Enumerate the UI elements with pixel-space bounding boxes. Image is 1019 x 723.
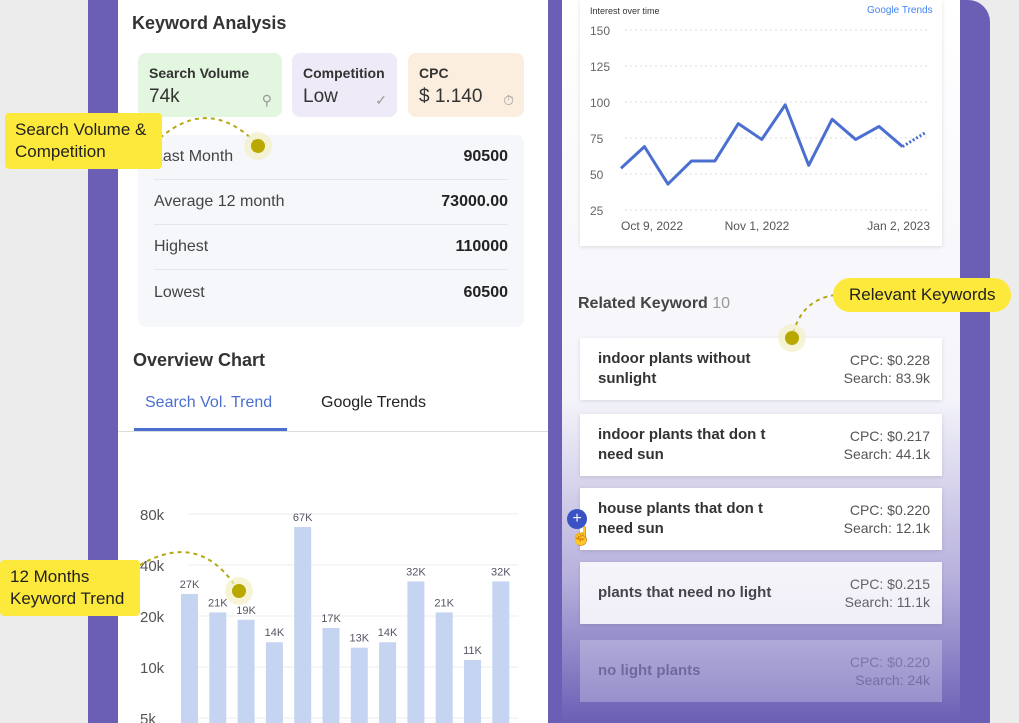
callout-12-months-trend: 12 Months Keyword Trend	[0, 560, 140, 616]
callout-search-volume-competition: Search Volume & Competition	[5, 113, 162, 169]
callout-relevant-keywords: Relevant Keywords	[833, 278, 1012, 312]
callout-connectors	[139, 117, 836, 605]
